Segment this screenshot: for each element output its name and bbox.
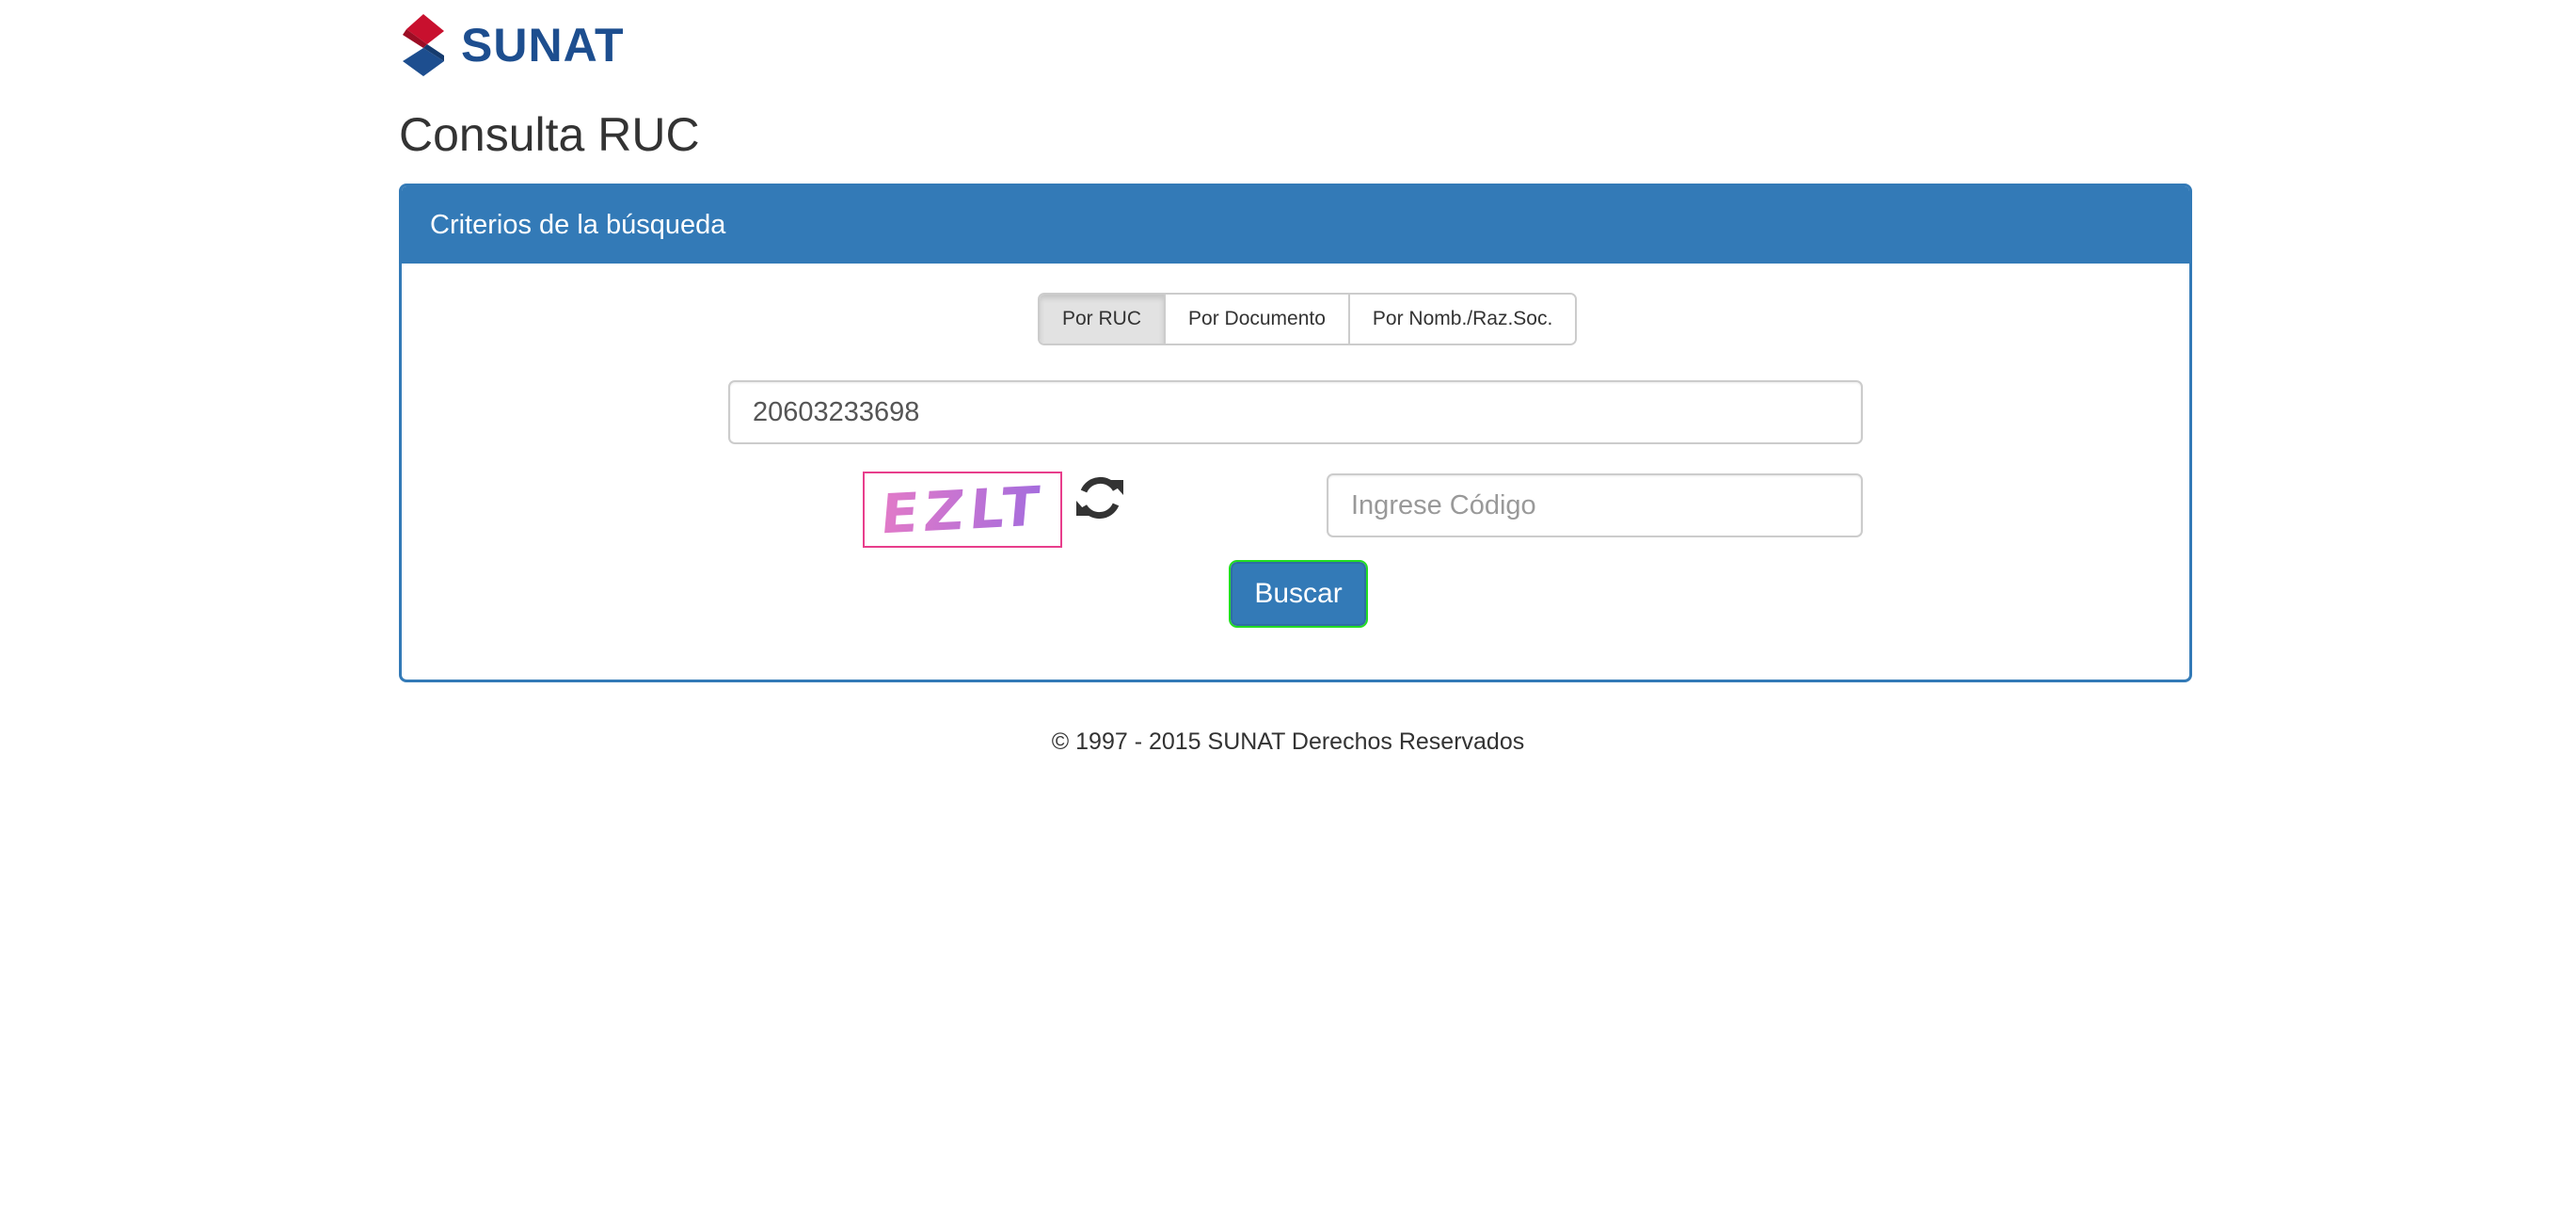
captcha-text: EZLT <box>878 473 1047 546</box>
search-type-tabs: Por RUC Por Documento Por Nomb./Raz.Soc. <box>1038 293 1578 345</box>
tab-por-ruc[interactable]: Por RUC <box>1040 295 1167 344</box>
tab-por-nombre-razon-social[interactable]: Por Nomb./Raz.Soc. <box>1349 295 1576 344</box>
logo-text: SUNAT <box>461 19 625 72</box>
sunat-logo: SUNAT <box>395 11 640 79</box>
captcha-image: EZLT <box>863 472 1062 548</box>
footer-copyright: © 1997 - 2015 SUNAT Derechos Reservados <box>1051 728 1525 755</box>
search-criteria-panel: Criterios de la búsqueda Por RUC Por Doc… <box>399 184 2192 682</box>
captcha-code-input[interactable] <box>1327 473 1863 537</box>
tab-por-documento[interactable]: Por Documento <box>1166 295 1350 344</box>
search-button[interactable]: Buscar <box>1229 560 1368 628</box>
page-title: Consulta RUC <box>399 108 700 161</box>
panel-heading: Criterios de la búsqueda <box>402 186 2189 264</box>
sunat-logo-icon <box>403 14 444 76</box>
ruc-input[interactable] <box>728 380 1863 444</box>
refresh-icon[interactable] <box>1073 471 1127 525</box>
